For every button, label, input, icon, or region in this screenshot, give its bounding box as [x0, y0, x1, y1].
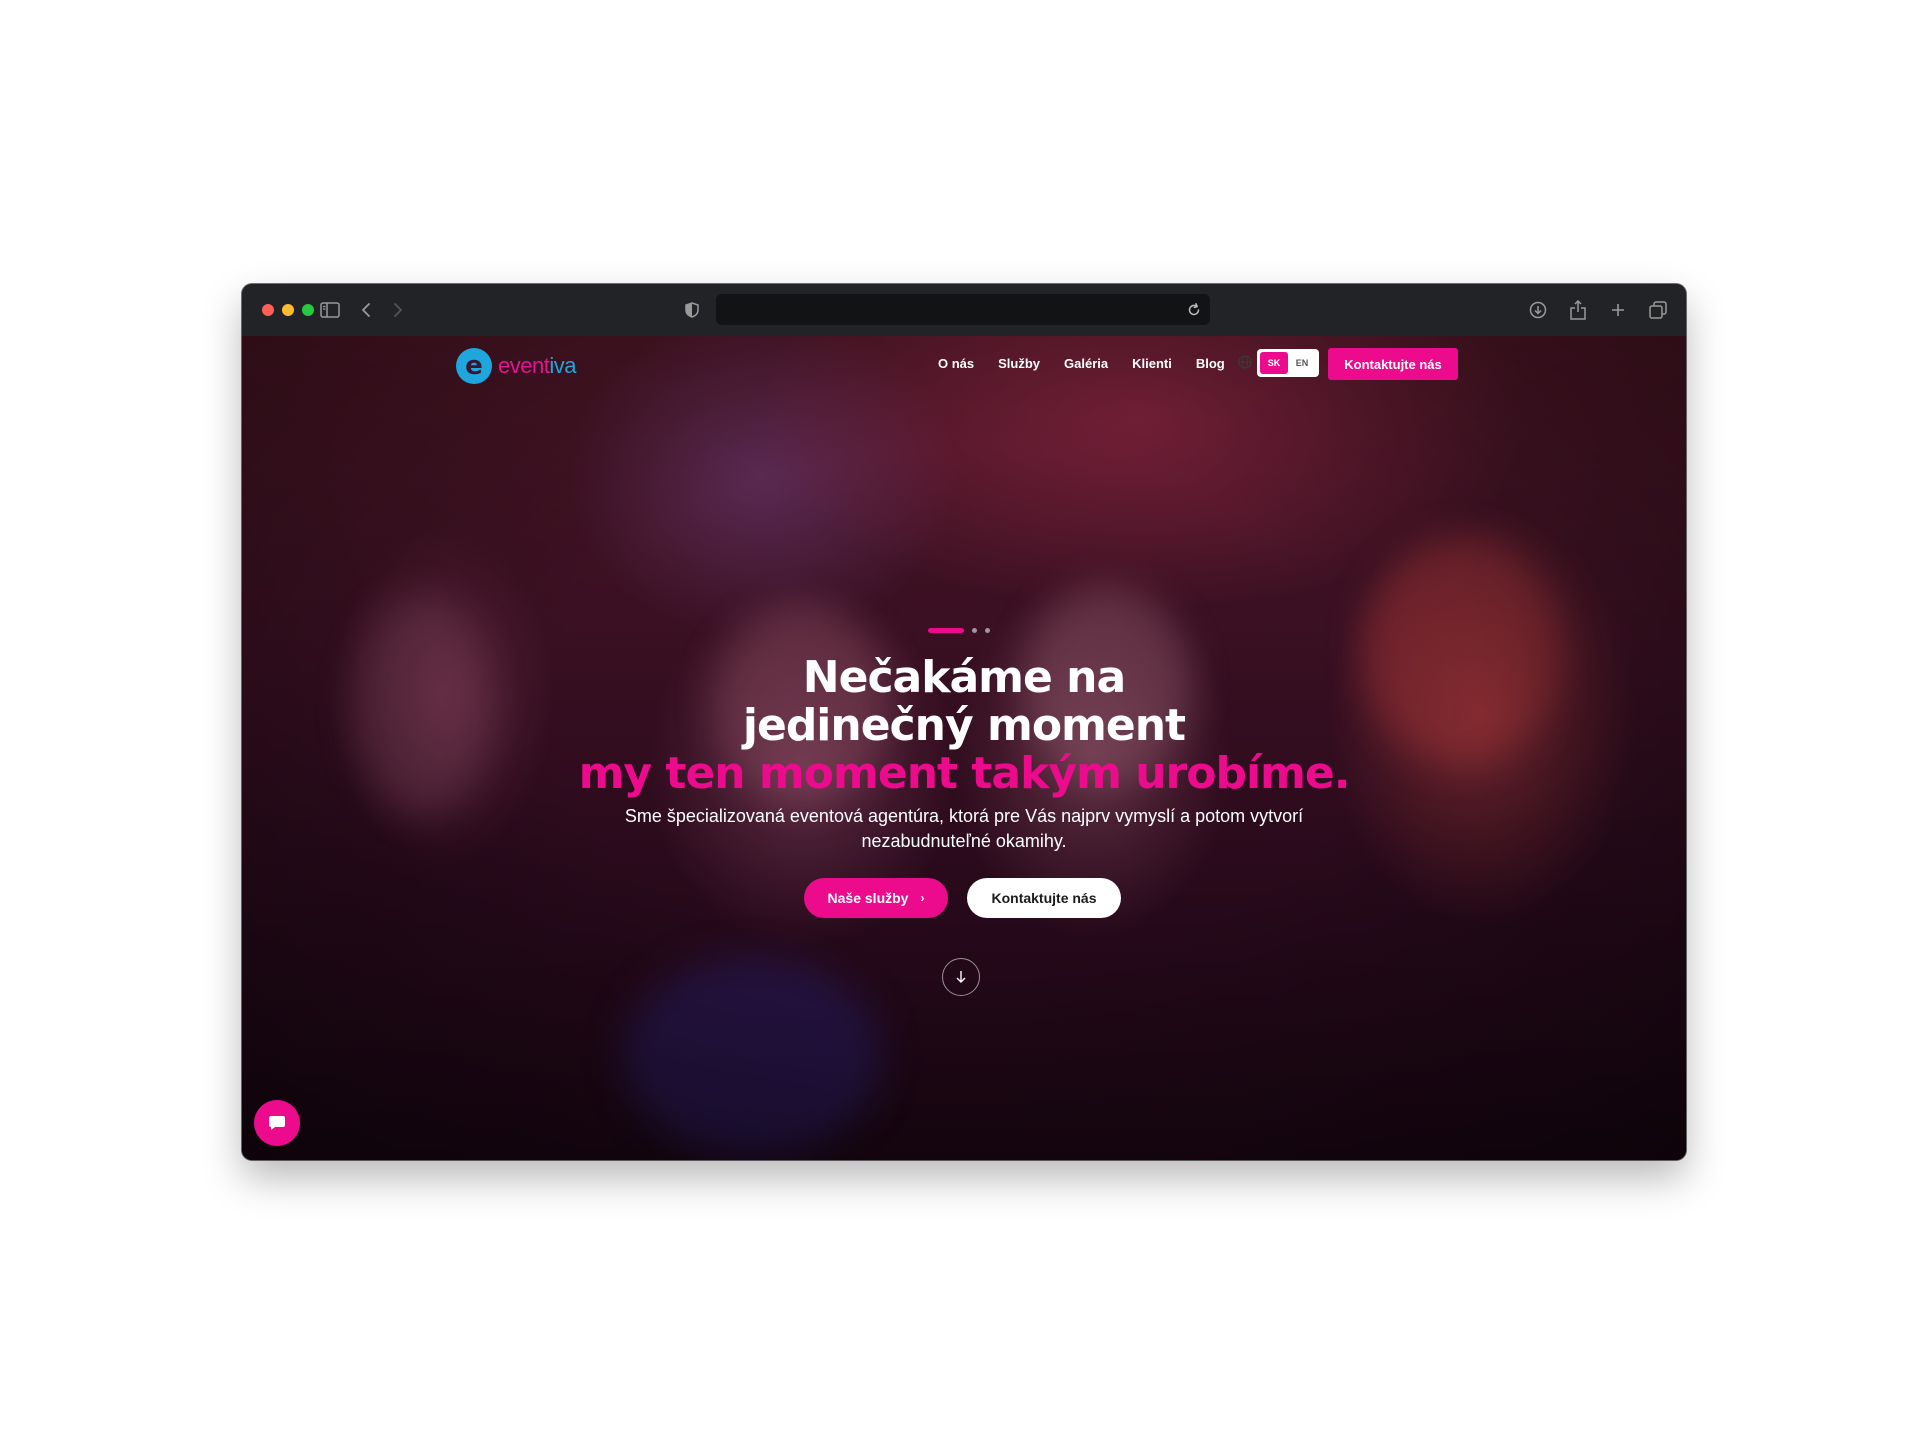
- chat-button[interactable]: [254, 1100, 300, 1146]
- main-nav: O nás Služby Galéria Klienti Blog: [938, 356, 1249, 371]
- lang-en-button[interactable]: EN: [1288, 352, 1316, 374]
- download-icon[interactable]: [1526, 298, 1550, 322]
- hero-title-line: jedinečný moment: [742, 700, 1186, 751]
- our-services-label: Naše služby: [827, 890, 909, 906]
- hero-page: e eventiva O nás Služby Galéria Klienti …: [242, 336, 1686, 1160]
- browser-toolbar: [242, 284, 1686, 337]
- chevron-right-icon: ›: [920, 891, 925, 905]
- nav-item-blog[interactable]: Blog: [1196, 356, 1225, 371]
- globe-icon: [1238, 355, 1252, 369]
- hero-title: Nečakáme na jedinečný moment my ten mome…: [242, 654, 1686, 798]
- scroll-down-button[interactable]: [942, 958, 980, 996]
- slider-dot[interactable]: [985, 628, 990, 633]
- hero-contact-button[interactable]: Kontaktujte nás: [967, 878, 1121, 918]
- maximize-window-button[interactable]: [302, 304, 314, 316]
- share-icon[interactable]: [1566, 298, 1590, 322]
- language-switch: SK EN: [1257, 349, 1319, 377]
- shield-icon[interactable]: [680, 298, 704, 322]
- nav-item-galeria[interactable]: Galéria: [1064, 356, 1108, 371]
- logo[interactable]: e eventiva: [456, 348, 576, 384]
- nav-item-klienti[interactable]: Klienti: [1132, 356, 1172, 371]
- chat-icon: [269, 1116, 285, 1130]
- chevron-right-icon[interactable]: [386, 298, 410, 322]
- close-window-button[interactable]: [262, 304, 274, 316]
- sidebar-icon[interactable]: [318, 298, 342, 322]
- nav-item-o-nas[interactable]: O nás: [938, 356, 974, 371]
- hero-subtitle: Sme špecializovaná eventová agentúra, kt…: [624, 806, 1304, 851]
- arrow-down-icon: [956, 971, 966, 983]
- chevron-left-icon[interactable]: [354, 298, 378, 322]
- slider-dot[interactable]: [972, 628, 977, 633]
- slider-dots: [928, 628, 990, 633]
- browser-window: e eventiva O nás Služby Galéria Klienti …: [242, 284, 1686, 1160]
- nav-item-sluzby[interactable]: Služby: [998, 356, 1040, 371]
- address-bar[interactable]: [716, 294, 1210, 325]
- plus-icon[interactable]: [1606, 298, 1630, 322]
- hero-title-line: Nečakáme na: [802, 652, 1126, 703]
- logo-mark: e: [456, 348, 492, 384]
- header-contact-button[interactable]: Kontaktujte nás: [1328, 348, 1458, 380]
- tabs-overview-icon[interactable]: [1646, 298, 1670, 322]
- slider-dot-active[interactable]: [928, 628, 964, 633]
- hero-title-accent: my ten moment takým urobíme.: [578, 748, 1351, 799]
- logo-text: eventiva: [498, 353, 576, 378]
- our-services-button[interactable]: Naše služby ›: [804, 878, 948, 918]
- reload-icon[interactable]: [1182, 298, 1206, 322]
- lang-sk-button[interactable]: SK: [1260, 352, 1288, 374]
- minimize-window-button[interactable]: [282, 304, 294, 316]
